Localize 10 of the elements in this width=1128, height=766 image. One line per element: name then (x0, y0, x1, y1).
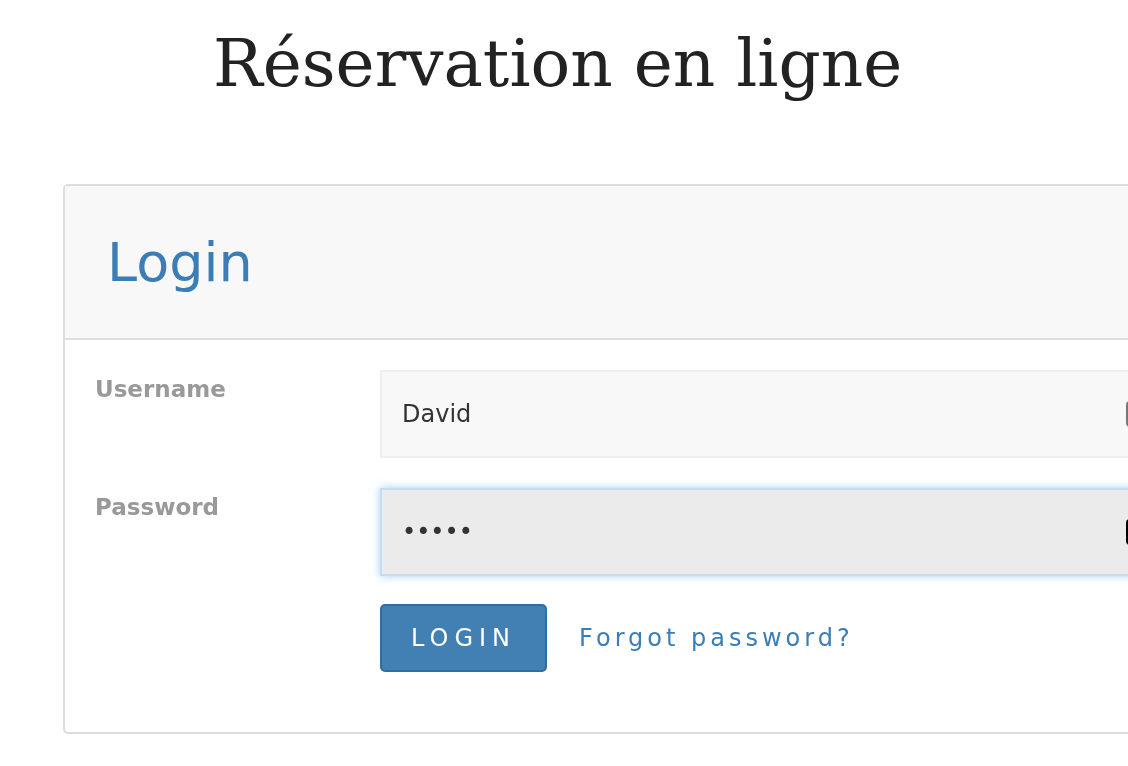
field-value[interactable]: David (402, 384, 1102, 444)
field-label: Password (95, 493, 220, 520)
login-button[interactable]: LOGIN (380, 604, 547, 672)
input-field[interactable]: ••••• (380, 488, 1128, 576)
field-value[interactable]: ••••• (402, 502, 1102, 562)
panel-heading: Login (107, 230, 253, 294)
input-field[interactable]: David (380, 370, 1128, 458)
field-label: Username (95, 375, 227, 402)
page-title: Réservation en ligne (212, 24, 903, 104)
forgot-password-link[interactable]: Forgot password? (579, 624, 854, 652)
